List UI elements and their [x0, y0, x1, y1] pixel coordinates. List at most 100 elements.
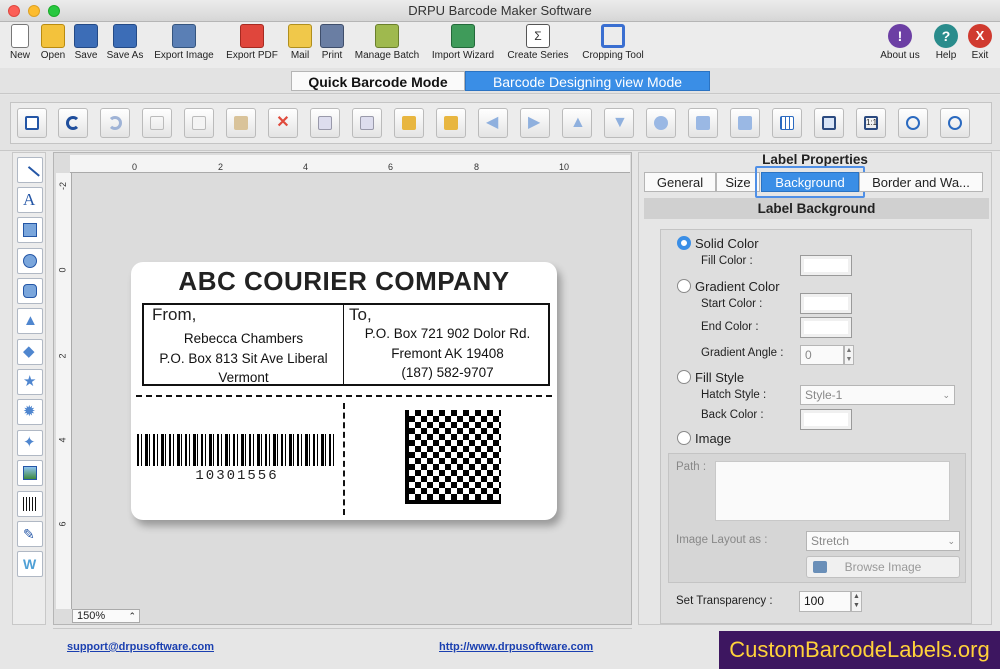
move-up-button[interactable]: ▲ [562, 108, 592, 138]
zoom-in-button[interactable] [898, 108, 928, 138]
actual-size-button[interactable]: 1:1 [856, 108, 886, 138]
print-button[interactable]: Print [316, 22, 348, 68]
tab-general[interactable]: General [644, 172, 716, 192]
back-color-swatch[interactable] [800, 409, 852, 430]
align-horizontal-icon [696, 116, 710, 130]
zoom-select[interactable]: 150% ⌃ [72, 609, 140, 623]
image-tool[interactable] [17, 460, 43, 486]
export-pdf-button[interactable]: Export PDF [222, 22, 282, 68]
close-window-button[interactable] [8, 5, 20, 17]
text-icon: A [23, 190, 36, 209]
image-radio[interactable] [677, 431, 691, 445]
start-color-swatch[interactable] [800, 293, 852, 314]
exit-button[interactable]: X Exit [964, 22, 996, 68]
move-right-button[interactable]: ▶ [520, 108, 550, 138]
move-down-button[interactable]: ▼ [604, 108, 634, 138]
import-wizard-button[interactable]: Import Wizard [427, 22, 499, 68]
tab-background[interactable]: Background [761, 172, 859, 192]
diamond-tool[interactable]: ◆ [17, 339, 43, 365]
shape-tool[interactable]: ✦ [17, 430, 43, 456]
properties-icon [25, 116, 39, 130]
manage-batch-button[interactable]: Manage Batch [350, 22, 424, 68]
gradient-angle-stepper[interactable]: ▲ ▼ [844, 345, 854, 365]
tab-size[interactable]: Size [716, 172, 760, 192]
delete-button[interactable]: ✕ [268, 108, 298, 138]
barcode-tool[interactable] [17, 491, 43, 517]
align-vertical-button[interactable] [730, 108, 760, 138]
about-us-button[interactable]: ! About us [874, 22, 926, 68]
image-path-input[interactable] [715, 461, 950, 521]
save-as-button[interactable]: Save As [103, 22, 147, 68]
quick-barcode-mode-tab[interactable]: Quick Barcode Mode [291, 71, 465, 91]
group-button[interactable] [310, 108, 340, 138]
new-button[interactable]: New [4, 22, 36, 68]
barcode-designing-mode-tab[interactable]: Barcode Designing view Mode [465, 71, 710, 91]
properties-button[interactable] [17, 108, 47, 138]
hatch-style-select[interactable]: Style-1 ⌄ [800, 385, 955, 405]
watermark-tool[interactable]: W [17, 551, 43, 577]
gradient-color-radio[interactable] [677, 279, 691, 293]
ungroup-button[interactable] [352, 108, 382, 138]
mail-button[interactable]: Mail [285, 22, 315, 68]
cropping-tool-button[interactable]: Cropping Tool [576, 22, 650, 68]
browse-image-button[interactable]: Browse Image [806, 556, 960, 578]
align-horizontal-button[interactable] [688, 108, 718, 138]
help-button[interactable]: ? Help [930, 22, 962, 68]
drawing-tools: A ▲ ◆ ★ ✹ ✦ ✎ W [12, 152, 46, 625]
triangle-tool[interactable]: ▲ [17, 308, 43, 334]
new-document-icon [11, 24, 29, 48]
paste-button[interactable] [226, 108, 256, 138]
paste-icon [234, 116, 248, 130]
solid-color-radio[interactable] [677, 236, 691, 250]
open-button[interactable]: Open [36, 22, 70, 68]
fill-style-radio[interactable] [677, 370, 691, 384]
lock-button[interactable] [394, 108, 424, 138]
dashed-separator [136, 395, 552, 397]
lock-icon [402, 116, 416, 130]
transparency-stepper[interactable]: ▲ ▼ [851, 591, 862, 612]
ruler-button[interactable] [814, 108, 844, 138]
gradient-angle-label: Gradient Angle : [701, 347, 784, 359]
align-vertical-icon [738, 116, 752, 130]
zoom-out-button[interactable] [940, 108, 970, 138]
ellipse-tool[interactable] [17, 248, 43, 274]
rounded-rectangle-tool[interactable] [17, 278, 43, 304]
export-image-button[interactable]: Export Image [150, 22, 218, 68]
fill-color-swatch[interactable] [800, 255, 852, 276]
cut-button[interactable] [142, 108, 172, 138]
move-left-button[interactable]: ◀ [478, 108, 508, 138]
gradient-angle-input[interactable]: 0 [800, 345, 844, 365]
create-series-icon: Σ [526, 24, 550, 48]
end-color-swatch[interactable] [800, 317, 852, 338]
tab-border-watermark[interactable]: Border and Wa... [859, 172, 983, 192]
transparency-input[interactable]: 100 [799, 591, 851, 612]
website-link[interactable]: http://www.drpusoftware.com [439, 641, 593, 653]
unlock-button[interactable] [436, 108, 466, 138]
save-button[interactable]: Save [71, 22, 101, 68]
create-series-button[interactable]: Σ Create Series [503, 22, 573, 68]
redo-button[interactable] [100, 108, 130, 138]
signature-tool[interactable]: ✎ [17, 521, 43, 547]
rectangle-tool[interactable] [17, 217, 43, 243]
burst-tool[interactable]: ✹ [17, 399, 43, 425]
minimize-window-button[interactable] [28, 5, 40, 17]
line-tool[interactable] [17, 157, 43, 186]
center-button[interactable] [646, 108, 676, 138]
undo-button[interactable] [58, 108, 88, 138]
image-icon [23, 466, 37, 480]
group-icon [318, 116, 332, 130]
copy-button[interactable] [184, 108, 214, 138]
maximize-window-button[interactable] [48, 5, 60, 17]
vertical-ruler: -2 0 2 4 6 [56, 173, 72, 609]
grid-button[interactable] [772, 108, 802, 138]
fill-color-label: Fill Color : [701, 255, 753, 267]
end-color-label: End Color : [701, 321, 759, 333]
star-tool[interactable]: ★ [17, 369, 43, 395]
image-layout-select[interactable]: Stretch ⌄ [806, 531, 960, 551]
diamond-icon: ◆ [23, 343, 35, 360]
horizontal-ruler: 0 2 4 6 8 10 [70, 155, 630, 173]
support-email-link[interactable]: support@drpusoftware.com [67, 641, 214, 653]
text-tool[interactable]: A [17, 187, 43, 213]
pen-icon: ✎ [23, 526, 35, 542]
courier-label[interactable]: ABC COURIER COMPANY From, Rebecca Chambe… [131, 262, 557, 520]
